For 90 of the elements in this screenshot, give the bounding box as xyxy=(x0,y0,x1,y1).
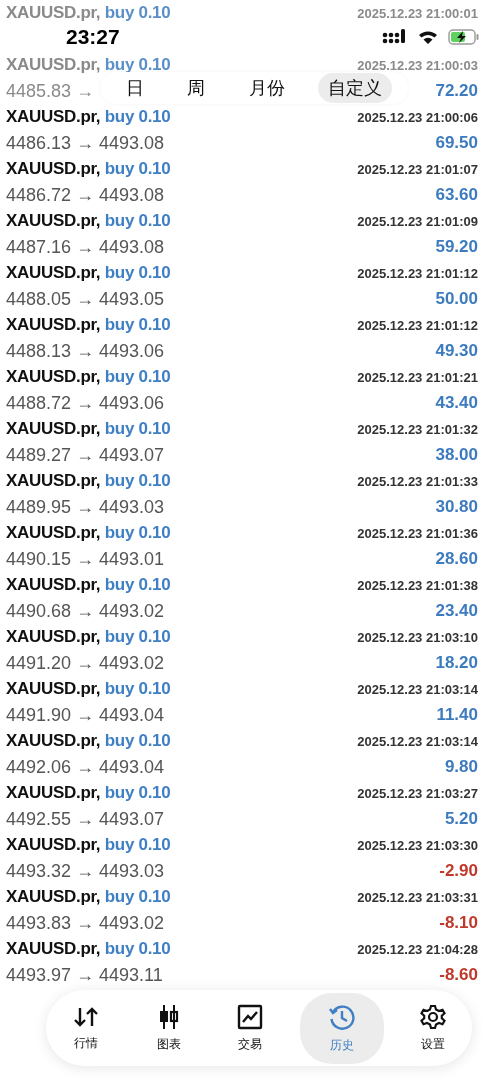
price-route: 4488.05 → 4493.05 xyxy=(6,288,165,310)
trade-title: XAUUSD.pr, buy 0.10 xyxy=(6,211,171,231)
profit-value: 28.60 xyxy=(435,549,478,569)
trade-time: 2025.12.23 21:04:28 xyxy=(357,941,478,957)
nav-tab[interactable]: 历史 xyxy=(299,992,384,1064)
trade-title: XAUUSD.pr, buy 0.10 xyxy=(6,939,171,959)
trade-time: 2025.12.23 21:03:14 xyxy=(357,681,478,697)
profit-value: 5.20 xyxy=(444,809,478,829)
profit-value: 18.20 xyxy=(435,653,478,673)
profit-value: -2.90 xyxy=(439,861,478,881)
profit-value: -8.60 xyxy=(439,965,478,985)
trade-time: 2025.12.23 21:01:32 xyxy=(357,421,478,437)
price-route: 4493.97 → 4493.11 xyxy=(6,964,163,986)
profit-value: -8.10 xyxy=(439,913,478,933)
trade-time: 2025.12.23 21:01:12 xyxy=(357,317,478,333)
period-tab[interactable]: 自定义 xyxy=(318,73,393,103)
price-route: 4487.16 → 4493.08 xyxy=(6,236,165,258)
nav-tab[interactable]: 交易 xyxy=(217,997,283,1059)
trade-title: XAUUSD.pr, buy 0.10 xyxy=(6,159,171,179)
trade-title: XAUUSD.pr, buy 0.10 xyxy=(6,3,171,23)
price-route: 4493.32 → 4493.03 xyxy=(6,860,165,882)
price-route: 4486.13 → 4493.08 xyxy=(6,132,165,154)
trade-title: XAUUSD.pr, buy 0.10 xyxy=(6,315,171,335)
trade-time: 2025.12.23 21:01:21 xyxy=(357,369,478,385)
price-route: 4485.83 → xyxy=(6,80,95,102)
trade-time: 2025.12.23 21:01:36 xyxy=(357,525,478,541)
trade-title: XAUUSD.pr, buy 0.10 xyxy=(6,419,171,439)
nav-tab[interactable]: 设置 xyxy=(400,997,466,1059)
price-route: 4489.95 → 4493.03 xyxy=(6,496,165,518)
price-route: 4488.72 → 4493.06 xyxy=(6,392,165,414)
profit-value: 38.00 xyxy=(435,445,478,465)
trade-title: XAUUSD.pr, buy 0.10 xyxy=(6,783,171,803)
profit-value: 59.20 xyxy=(435,237,478,257)
signal-icon xyxy=(382,29,408,45)
trade-title: XAUUSD.pr, buy 0.10 xyxy=(6,263,171,283)
profit-value: 49.30 xyxy=(435,341,478,361)
price-route: 4488.13 → 4493.06 xyxy=(6,340,165,362)
trade-title: XAUUSD.pr, buy 0.10 xyxy=(6,731,171,751)
trade-time: 2025.12.23 21:00:06 xyxy=(357,109,478,125)
settings-icon xyxy=(420,1003,446,1030)
trade-time: 2025.12.23 21:01:07 xyxy=(357,161,478,177)
profit-value: 43.40 xyxy=(435,393,478,413)
price-route: 4492.06 → 4493.04 xyxy=(6,756,165,778)
trade-title: XAUUSD.pr, buy 0.10 xyxy=(6,107,171,127)
profit-value: 69.50 xyxy=(435,133,478,153)
price-route: 4486.72 → 4493.08 xyxy=(6,184,165,206)
period-tab[interactable]: 日 xyxy=(115,73,154,103)
trade-title: XAUUSD.pr, buy 0.10 xyxy=(6,55,171,75)
profit-value: 30.80 xyxy=(435,497,478,517)
profit-value: 72.20 xyxy=(435,81,478,101)
trade-time: 2025.12.23 21:03:27 xyxy=(357,785,478,801)
nav-tab[interactable]: 行情 xyxy=(52,998,120,1058)
trade-time: 2025.12.23 21:03:14 xyxy=(357,733,478,749)
trade-time: 2025.12.23 21:00:03 xyxy=(357,57,478,73)
trade-title: XAUUSD.pr, buy 0.10 xyxy=(6,367,171,387)
line-chart-icon xyxy=(237,1003,263,1030)
price-route: 4490.68 → 4493.02 xyxy=(6,600,165,622)
trade-title: XAUUSD.pr, buy 0.10 xyxy=(6,523,171,543)
trade-time: 2025.12.23 21:01:12 xyxy=(357,265,478,281)
profit-value: 9.80 xyxy=(444,757,478,777)
battery-icon xyxy=(448,29,480,45)
trade-title: XAUUSD.pr, buy 0.10 xyxy=(6,679,171,699)
price-route: 4492.55 → 4493.07 xyxy=(6,808,165,830)
price-route: 4490.15 → 4493.01 xyxy=(6,548,165,570)
price-route: 4493.83 → 4493.02 xyxy=(6,912,165,934)
period-tab[interactable]: 月份 xyxy=(238,73,295,103)
trade-title: XAUUSD.pr, buy 0.10 xyxy=(6,887,171,907)
trade-title: XAUUSD.pr, buy 0.10 xyxy=(6,835,171,855)
profit-value: 23.40 xyxy=(435,601,478,621)
trade-time: 2025.12.23 21:00:01 xyxy=(357,5,478,21)
trade-title: XAUUSD.pr, buy 0.10 xyxy=(6,627,171,647)
history-icon xyxy=(327,1002,356,1031)
trade-time: 2025.12.23 21:01:38 xyxy=(357,577,478,593)
profit-value: 63.60 xyxy=(435,185,478,205)
profit-value: 50.00 xyxy=(435,289,478,309)
price-route: 4491.90 → 4493.04 xyxy=(6,704,165,726)
trade-time: 2025.12.23 21:03:31 xyxy=(357,889,478,905)
trade-time: 2025.12.23 21:03:10 xyxy=(357,629,478,645)
trade-time: 2025.12.23 21:01:09 xyxy=(357,213,478,229)
price-route: 4489.27 → 4493.07 xyxy=(6,444,165,466)
period-tab[interactable]: 周 xyxy=(177,73,216,103)
status-time: 23:27 xyxy=(66,25,120,49)
price-route: 4491.20 → 4493.02 xyxy=(6,652,165,674)
trade-title: XAUUSD.pr, buy 0.10 xyxy=(6,575,171,595)
trade-title: XAUUSD.pr, buy 0.10 xyxy=(6,471,171,491)
nav-tab[interactable]: 图表 xyxy=(136,997,201,1059)
profit-value: 11.40 xyxy=(436,705,478,725)
wifi-icon xyxy=(418,29,438,45)
trade-time: 2025.12.23 21:03:30 xyxy=(357,837,478,853)
trade-time: 2025.12.23 21:01:33 xyxy=(357,473,478,489)
